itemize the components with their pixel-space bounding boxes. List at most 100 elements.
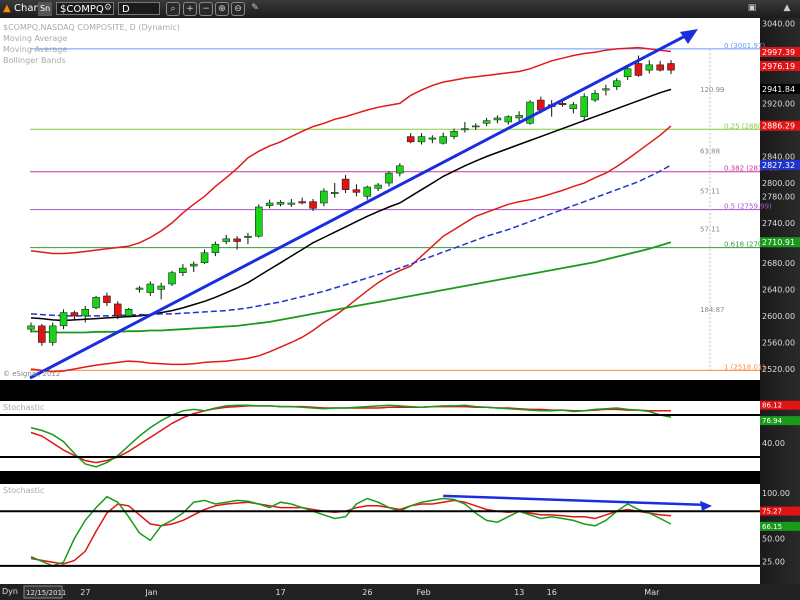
price-axis-tick-label: 2920.00 (762, 99, 795, 108)
candle-body (114, 303, 122, 317)
candle-body (439, 136, 447, 144)
price-axis-marker-label: 2886.29 (762, 122, 795, 131)
stoch2-title: Stochastic (3, 486, 44, 495)
candle-body (103, 295, 111, 303)
date-axis-tick-label: Jan (144, 588, 157, 597)
candle-body (265, 202, 274, 206)
minus-icon[interactable]: − (199, 2, 213, 16)
candle-body (59, 312, 68, 327)
candle-body (461, 128, 469, 131)
price-axis-tick-label: 2640.00 (762, 285, 795, 294)
candle-body (352, 189, 361, 193)
candle-body (515, 115, 523, 119)
window-control-icon[interactable]: ▣ (745, 2, 759, 16)
add-icon[interactable]: + (183, 2, 197, 16)
pen-icon[interactable]: ✎ (248, 2, 262, 16)
candle-body (320, 190, 328, 204)
candle-body (569, 104, 578, 109)
fib-level-label: 0 (3001.97) (724, 42, 765, 50)
candle-body (580, 96, 588, 117)
candle-body (244, 235, 252, 238)
candle-body (233, 238, 241, 242)
price-axis-marker-label: 2976.19 (762, 62, 795, 71)
candle-body (48, 325, 57, 343)
candle-body (482, 120, 491, 124)
candle-body (396, 165, 404, 174)
price-axis-marker-label: 2710.91 (762, 238, 795, 247)
stochastic1-value-label: 86.12 (762, 402, 782, 410)
price-axis-tick-label: 2600.00 (762, 312, 795, 321)
fib-level-label: 0.5 (2759.99) (724, 203, 772, 211)
price-panel (0, 18, 760, 380)
start-date: 12/15/2011 (26, 589, 66, 597)
candle-body (363, 186, 372, 197)
fib-distance-label: 57.11 (700, 188, 720, 196)
chart-canvas[interactable]: 0 (3001.97)0.25 (2880.98)0.382 (2817.10)… (0, 18, 800, 600)
date-axis-area (0, 584, 800, 600)
stochastic2-value-label: 66.15 (762, 523, 782, 531)
candle-body (135, 287, 144, 290)
candle-body (634, 63, 643, 76)
candle-body (341, 178, 350, 190)
stochastic2-axis-label: 25.00 (762, 557, 785, 566)
price-axis-tick-label: 2680.00 (762, 259, 795, 268)
candle-body (374, 184, 382, 189)
fib-distance-label: 184.87 (700, 306, 725, 314)
interval-input[interactable]: D (118, 2, 160, 15)
stochastic2-axis-label: 100.00 (762, 489, 790, 498)
candle-body (276, 202, 285, 205)
candle-body (656, 64, 664, 71)
collapse-icon[interactable]: ▲ (780, 2, 794, 16)
candle-body (189, 263, 198, 267)
toolbar: ▲ Chart Sn $COMPQ ⚙ D ⌕ + − ⊕ ⊖ ✎ ▣ ▲ (0, 0, 800, 19)
chart-badge[interactable]: Sn (38, 2, 53, 16)
upper-band-marker-label: 2997.39 (762, 48, 795, 57)
legend-moving-average-2: Moving Average (3, 45, 67, 54)
candle-body (27, 325, 35, 330)
chart-icon: ▲ (3, 3, 11, 14)
candle-body (222, 238, 231, 242)
candle-body (623, 68, 632, 78)
stoch1-title: Stochastic (3, 403, 44, 412)
search-icon[interactable]: ⌕ (166, 2, 180, 16)
candle-body (613, 80, 621, 87)
candle-body (493, 117, 502, 121)
date-axis-tick-label: 27 (80, 588, 90, 597)
legend-bollinger-bands: Bollinger Bands (3, 56, 66, 65)
candle-body (591, 93, 599, 101)
date-axis-tick-label: 17 (275, 588, 285, 597)
candle-body (157, 285, 165, 290)
candle-body (450, 131, 458, 137)
candle-body (211, 243, 220, 254)
price-axis-tick-label: 2560.00 (762, 338, 795, 347)
price-axis-tick-label: 2520.00 (762, 365, 795, 374)
stochastic1-axis-label: 40.00 (762, 439, 785, 448)
zoom-in-icon[interactable]: ⊕ (215, 2, 229, 16)
candle-body (70, 312, 79, 317)
candle-body (200, 252, 209, 264)
candle-body (124, 309, 133, 317)
price-axis-marker-label: 2941.84 (762, 85, 795, 94)
candle-body (287, 202, 296, 205)
candle-body (255, 206, 263, 237)
candle-body (38, 325, 46, 343)
date-axis-tick-label: 26 (362, 588, 372, 597)
candle-body (146, 283, 155, 293)
fib-distance-label: 120.99 (700, 86, 725, 94)
zoom-out-icon[interactable]: ⊖ (231, 2, 245, 16)
candle-body (471, 125, 480, 128)
candle-body (645, 64, 654, 71)
candle-body (92, 297, 100, 309)
price-axis-tick-label: 2800.00 (762, 179, 795, 188)
candle-body (81, 309, 89, 317)
candle-body (330, 192, 339, 194)
legend-moving-average-1: Moving Average (3, 34, 67, 43)
credit-label: © eSignal, 2012 (3, 370, 60, 378)
symbol-settings-icon[interactable]: ⚙ (101, 2, 115, 16)
stochastic2-value-label: 75.27 (762, 508, 782, 516)
date-axis-tick-label: Mar (644, 588, 660, 597)
candle-body (602, 88, 610, 91)
date-axis-tick-label: Feb (417, 588, 431, 597)
date-axis-tick-label: 13 (514, 588, 524, 597)
candle-body (526, 101, 534, 124)
